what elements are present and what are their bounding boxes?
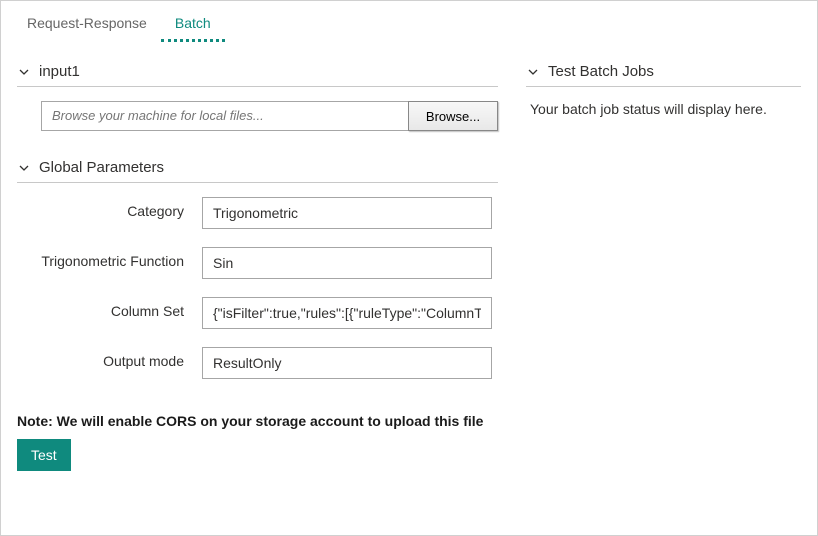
input-column-set[interactable] xyxy=(202,297,492,329)
label-trig-function: Trigonometric Function xyxy=(17,247,202,269)
input-trig-function[interactable] xyxy=(202,247,492,279)
input-output-mode[interactable] xyxy=(202,347,492,379)
test-button[interactable]: Test xyxy=(17,439,71,471)
section-header-input1[interactable]: input1 xyxy=(17,55,498,87)
param-row-output-mode: Output mode xyxy=(17,347,498,379)
file-picker-row: Browse your machine for local files... B… xyxy=(41,101,498,131)
batch-status-text: Your batch job status will display here. xyxy=(526,101,801,117)
section-title-test-jobs: Test Batch Jobs xyxy=(548,63,654,80)
label-column-set: Column Set xyxy=(17,297,202,319)
chevron-down-icon xyxy=(17,161,31,175)
chevron-down-icon xyxy=(526,65,540,79)
tab-batch[interactable]: Batch xyxy=(161,9,225,42)
file-path-input[interactable]: Browse your machine for local files... xyxy=(41,101,408,131)
tab-bar: Request-Response Batch xyxy=(1,1,817,43)
label-output-mode: Output mode xyxy=(17,347,202,369)
label-category: Category xyxy=(17,197,202,219)
section-title-global-params: Global Parameters xyxy=(39,159,164,176)
section-header-test-jobs[interactable]: Test Batch Jobs xyxy=(526,55,801,87)
section-header-global-params[interactable]: Global Parameters xyxy=(17,151,498,183)
param-row-trig-function: Trigonometric Function xyxy=(17,247,498,279)
section-title-input1: input1 xyxy=(39,63,80,80)
param-row-column-set: Column Set xyxy=(17,297,498,329)
chevron-down-icon xyxy=(17,65,31,79)
param-row-category: Category xyxy=(17,197,498,229)
tab-request-response[interactable]: Request-Response xyxy=(13,9,161,42)
input-category[interactable] xyxy=(202,197,492,229)
browse-button[interactable]: Browse... xyxy=(408,101,498,131)
cors-note: Note: We will enable CORS on your storag… xyxy=(17,413,801,429)
